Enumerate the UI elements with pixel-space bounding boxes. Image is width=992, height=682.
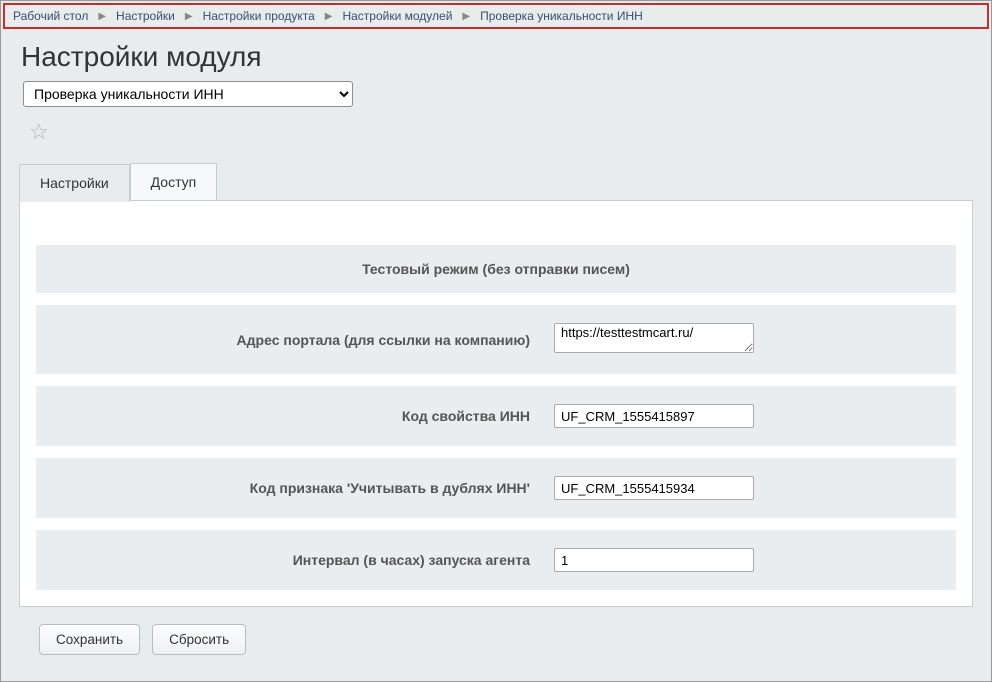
reset-button[interactable]: Сбросить xyxy=(152,624,246,655)
tabs: Настройки Доступ xyxy=(19,163,991,201)
save-button[interactable]: Сохранить xyxy=(39,624,140,655)
tab-settings[interactable]: Настройки xyxy=(19,164,130,202)
label-portal-address: Адрес портала (для ссылки на компанию) xyxy=(36,305,542,374)
settings-panel: Тестовый режим (без отправки писем) Адре… xyxy=(19,200,973,607)
label-dup-code: Код признака 'Учитывать в дублях ИНН' xyxy=(36,458,542,518)
chevron-right-icon: ▶ xyxy=(462,11,470,22)
star-icon[interactable]: ☆ xyxy=(29,119,991,145)
breadcrumb-item-desktop[interactable]: Рабочий стол xyxy=(13,9,88,23)
label-interval: Интервал (в часах) запуска агента xyxy=(36,530,542,590)
chevron-right-icon: ▶ xyxy=(325,11,333,22)
page-title: Настройки модуля xyxy=(1,29,991,81)
input-dup-code[interactable] xyxy=(554,476,754,500)
input-portal-address[interactable]: https://testtestmcart.ru/ xyxy=(554,323,754,353)
chevron-right-icon: ▶ xyxy=(98,11,106,22)
section-header-test-mode: Тестовый режим (без отправки писем) xyxy=(36,245,956,293)
label-inn-code: Код свойства ИНН xyxy=(36,386,542,446)
breadcrumb-item-product-settings[interactable]: Настройки продукта xyxy=(203,9,315,23)
breadcrumb-item-module-settings[interactable]: Настройки модулей xyxy=(342,9,452,23)
input-inn-code[interactable] xyxy=(554,404,754,428)
button-bar: Сохранить Сбросить xyxy=(39,624,991,655)
breadcrumb: Рабочий стол ▶ Настройки ▶ Настройки про… xyxy=(3,3,989,29)
input-interval[interactable] xyxy=(554,548,754,572)
chevron-right-icon: ▶ xyxy=(185,11,193,22)
tab-access[interactable]: Доступ xyxy=(130,163,218,201)
breadcrumb-item-inn-check[interactable]: Проверка уникальности ИНН xyxy=(480,9,643,23)
breadcrumb-item-settings[interactable]: Настройки xyxy=(116,9,175,23)
module-select[interactable]: Проверка уникальности ИНН xyxy=(23,81,353,107)
